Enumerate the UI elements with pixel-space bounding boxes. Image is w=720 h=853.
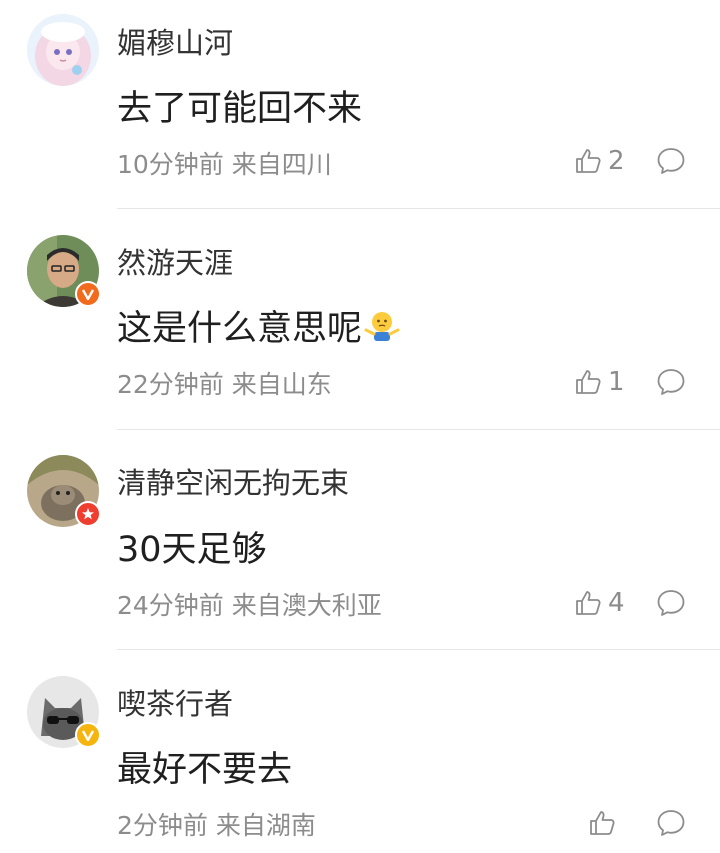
star-badge-icon (82, 508, 94, 520)
like-count: 2 (608, 146, 625, 176)
like-button[interactable]: 2 (574, 145, 625, 177)
comment-text: 30天足够 (117, 530, 267, 570)
avatar[interactable] (27, 455, 101, 527)
reply-button[interactable] (655, 807, 687, 839)
avatar[interactable] (27, 235, 101, 307)
like-button[interactable] (588, 807, 622, 839)
user-name[interactable]: 媚穆山河 (117, 20, 233, 62)
like-button[interactable]: 1 (574, 366, 625, 398)
comment-text: 最好不要去 (117, 750, 293, 790)
divider (117, 649, 720, 650)
comment-meta: 2分钟前 来自湖南 (117, 811, 316, 840)
comment-meta: 22分钟前 来自山东 (117, 370, 332, 399)
comment-bubble-icon (657, 810, 685, 836)
thumbs-up-icon (576, 149, 601, 173)
like-count: 4 (608, 588, 625, 618)
comment-text-content: 这是什么意思呢 (117, 309, 363, 349)
shrug-emoji-icon (364, 312, 400, 341)
avatar[interactable] (27, 676, 101, 748)
like-count: 1 (608, 367, 625, 397)
divider (117, 429, 720, 430)
verified-badge (75, 501, 101, 527)
comment-meta: 10分钟前 来自四川 (117, 150, 332, 179)
thumbs-up-icon (576, 370, 601, 394)
reply-button[interactable] (655, 587, 687, 619)
user-name[interactable]: 喫茶行者 (117, 681, 233, 723)
thumbs-up-icon (576, 591, 601, 615)
comment-text: 去了可能回不来 (117, 89, 363, 129)
reply-button[interactable] (655, 145, 687, 177)
reply-button[interactable] (655, 366, 687, 398)
verified-badge (75, 722, 101, 748)
user-name[interactable]: 然游天涯 (117, 240, 233, 282)
like-button[interactable]: 4 (574, 587, 625, 619)
divider (117, 208, 720, 209)
comment-bubble-icon (657, 369, 685, 395)
comment-bubble-icon (657, 148, 685, 174)
v-badge-icon (81, 730, 95, 742)
avatar-anime-girl-image (27, 14, 99, 86)
verified-badge (75, 281, 101, 307)
user-name[interactable]: 清静空闲无拘无束 (117, 460, 349, 502)
avatar[interactable] (27, 14, 99, 86)
thumbs-up-icon (590, 811, 615, 835)
comment-bubble-icon (657, 590, 685, 616)
comment-meta: 24分钟前 来自澳大利亚 (117, 591, 382, 620)
comment-text: 这是什么意思呢 (117, 300, 400, 351)
v-badge-icon (81, 289, 95, 301)
